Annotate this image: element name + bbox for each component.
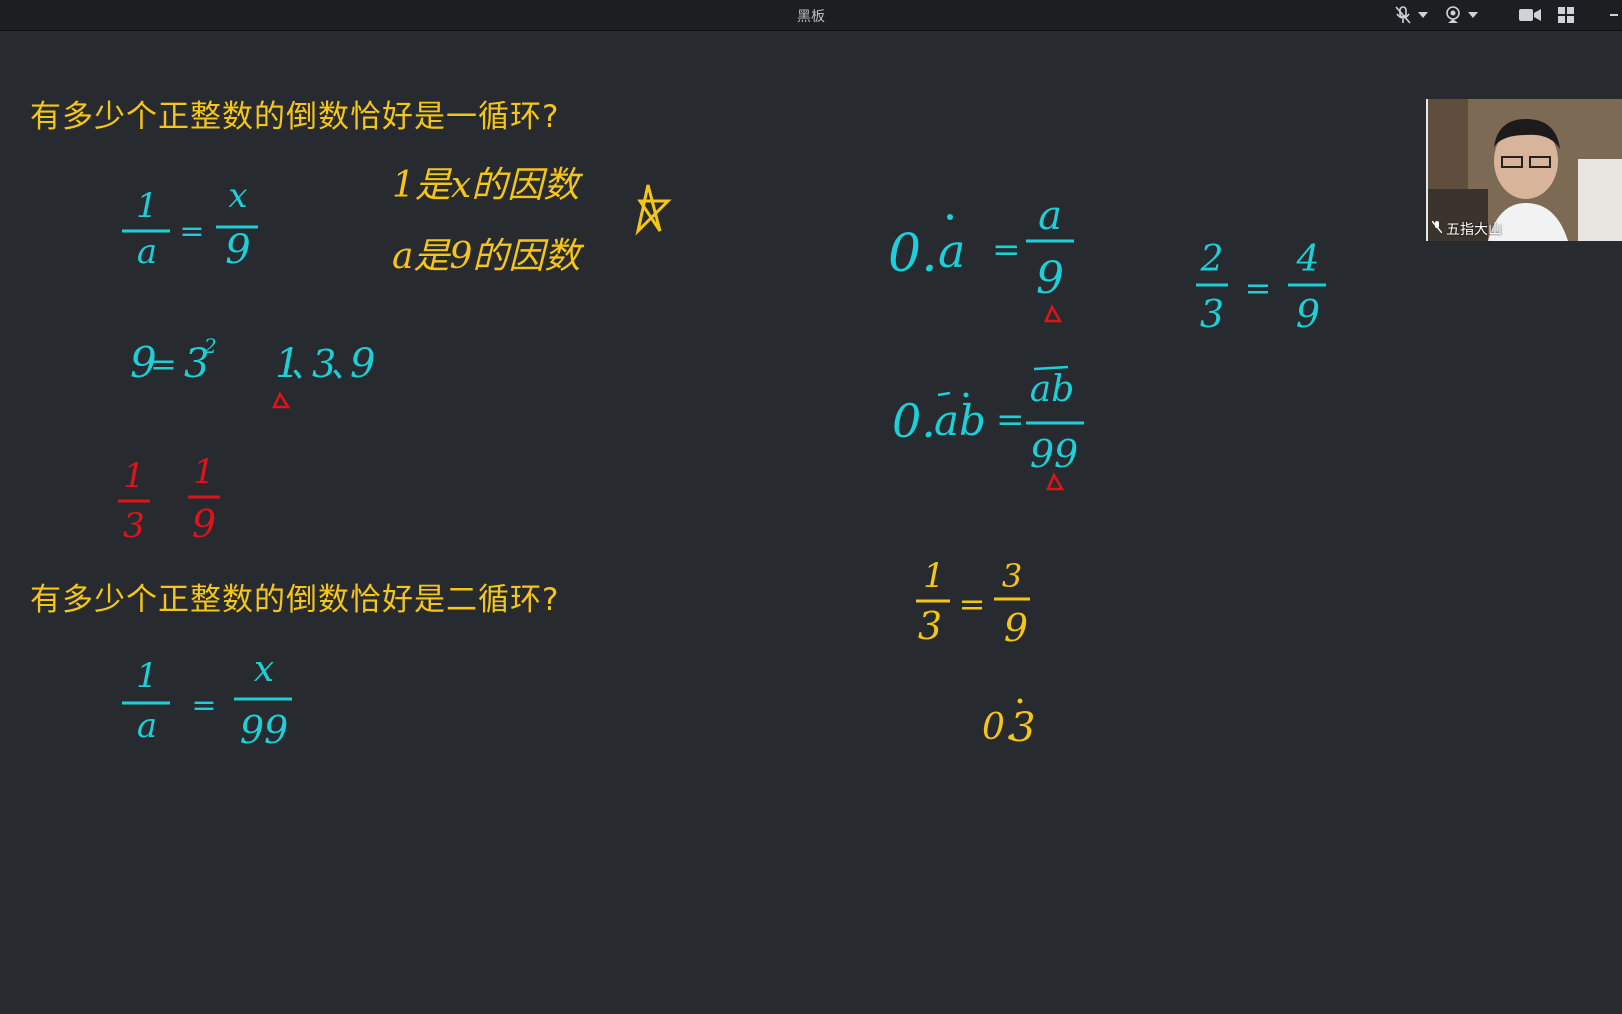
svg-text:=: = [959, 585, 986, 623]
svg-text:0.: 0. [888, 224, 938, 284]
participant-video[interactable]: 五指大山 [1426, 99, 1622, 241]
svg-text:a: a [137, 232, 157, 272]
svg-text:1: 1 [136, 656, 158, 696]
svg-text:a: a [1038, 193, 1062, 239]
mic-muted-icon [1431, 218, 1443, 237]
webcam-icon[interactable] [1444, 5, 1462, 25]
svg-text:99: 99 [240, 708, 288, 752]
svg-text:0.: 0. [892, 394, 936, 448]
red-triangle-mark [272, 391, 291, 409]
svg-text:4: 4 [1296, 239, 1320, 280]
svg-text:=: = [996, 400, 1025, 440]
equation-0-a-repeating: 0. a = a 9 [888, 193, 1074, 304]
svg-text:=: = [1245, 269, 1272, 307]
svg-text:=: = [191, 688, 216, 723]
chevron-down-icon[interactable] [1416, 5, 1430, 25]
svg-text:1: 1 [923, 556, 945, 596]
svg-text:=: = [150, 345, 177, 383]
equation-1-over-a-equals-x-over-9: 1 a = x 9 [122, 176, 258, 273]
svg-text:1: 1 [136, 186, 158, 226]
mic-muted-icon[interactable] [1394, 5, 1412, 25]
svg-text:2: 2 [203, 334, 217, 358]
svg-text:=: = [179, 214, 204, 249]
svg-text:3: 3 [1002, 557, 1022, 595]
participant-name: 五指大山 [1446, 222, 1502, 238]
svg-text:x: x [254, 649, 274, 690]
svg-text:3: 3 [918, 604, 942, 648]
equation-1-third-equals-3-ninths: 1 3 = 3 9 [916, 556, 1030, 650]
svg-text:9: 9 [192, 502, 216, 546]
star-mark [635, 184, 672, 236]
svg-text:9: 9 [225, 227, 250, 273]
equation-9-equals-3-squared: 9 = 3 2 1 、 3 、 9 [130, 334, 375, 387]
svg-text:99: 99 [1030, 432, 1078, 476]
blackboard[interactable]: 有多少个正整数的倒数恰好是一循环? 有多少个正整数的倒数恰好是二循环? 1是x的… [0, 31, 1622, 1014]
svg-text:1: 1 [193, 452, 215, 492]
window-title: 黑板 [797, 9, 825, 25]
more-icon[interactable] [1608, 5, 1620, 25]
svg-text:2: 2 [1200, 239, 1224, 280]
grid-layout-icon[interactable] [1556, 5, 1576, 25]
svg-text:3: 3 [1200, 292, 1224, 336]
decimal-0-3-repeating: 0. 3 [982, 698, 1035, 751]
svg-text:9: 9 [1296, 292, 1320, 336]
red-triangle-mark [1044, 304, 1063, 323]
svg-text:3: 3 [1010, 705, 1035, 751]
svg-text:3: 3 [123, 506, 145, 546]
svg-text:9: 9 [350, 341, 375, 387]
svg-text:a: a [938, 224, 965, 278]
svg-text:1: 1 [123, 456, 145, 496]
svg-text:x: x [228, 176, 247, 216]
svg-text:9: 9 [1036, 253, 1064, 304]
equation-2-thirds-equals-4-ninths: 2 3 = 4 9 [1196, 239, 1326, 336]
svg-text:9: 9 [1004, 606, 1028, 650]
title-bar: 黑板 [0, 0, 1622, 31]
svg-text:ab: ab [934, 396, 986, 445]
chevron-down-icon[interactable] [1466, 5, 1480, 25]
svg-text:ab: ab [1030, 369, 1075, 410]
handwriting-canvas[interactable]: 1 a = x 9 9 = 3 2 1 、 3 、 9 1 3 1 9 1 a … [0, 31, 1622, 1014]
svg-text:=: = [992, 230, 1021, 270]
svg-text:a: a [137, 706, 157, 746]
red-fractions-one-third-one-ninth: 1 3 1 9 [118, 452, 220, 546]
video-camera-icon[interactable] [1518, 5, 1542, 25]
equation-1-over-a-equals-x-over-99: 1 a = x 99 [122, 649, 292, 752]
red-triangle-mark [1046, 472, 1065, 491]
equation-0-ab-repeating: 0. ab = ab 99 [892, 365, 1084, 476]
